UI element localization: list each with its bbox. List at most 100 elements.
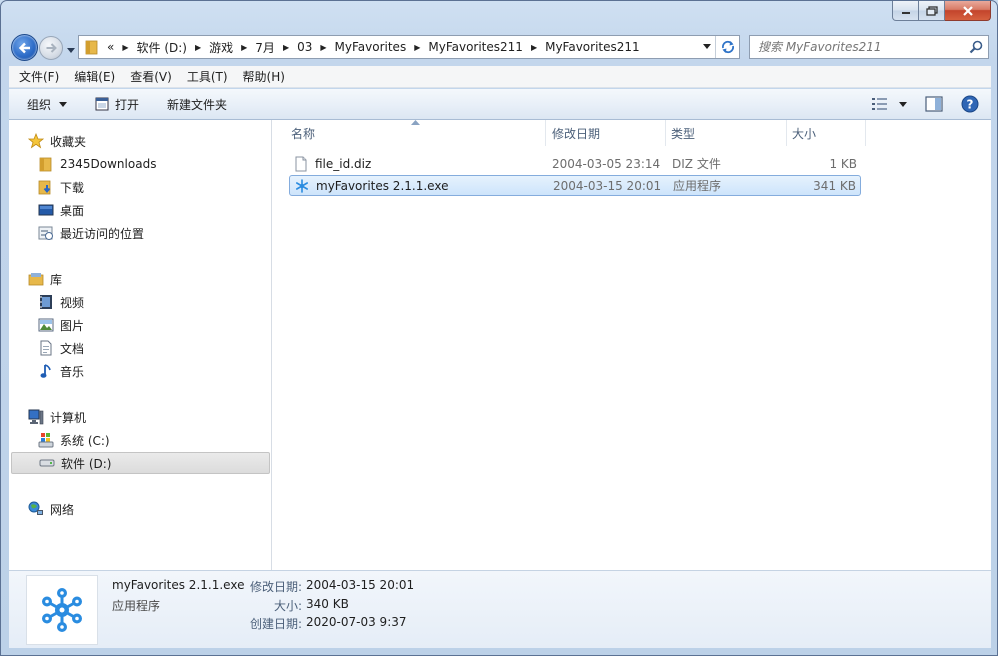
minimize-button[interactable]	[892, 1, 919, 21]
search-icon[interactable]	[969, 40, 983, 54]
new-folder-button[interactable]: 新建文件夹	[167, 96, 227, 113]
breadcrumb-item[interactable]: 7月	[255, 39, 275, 56]
breadcrumb-item[interactable]: 软件 (D:)	[137, 39, 187, 56]
sidebar-item-2345downloads[interactable]: 2345Downloads	[37, 153, 156, 175]
sidebar-label: 软件 (D:)	[61, 456, 112, 471]
close-icon	[962, 5, 973, 16]
open-button[interactable]: 打开	[95, 96, 139, 113]
forward-button[interactable]	[39, 36, 63, 60]
column-header-size[interactable]: 大小	[792, 120, 862, 146]
close-button[interactable]	[945, 1, 991, 21]
sidebar-item-documents[interactable]: 文档	[37, 337, 84, 359]
video-icon	[40, 295, 52, 309]
address-bar[interactable]: « ▶ 软件 (D:) ▶ 游戏 ▶ 7月 ▶ 03 ▶ MyFavorites…	[78, 35, 740, 59]
column-header-type[interactable]: 类型	[671, 120, 781, 146]
file-row-selected[interactable]: myFavorites 2.1.1.exe 2004-03-15 20:01 应…	[289, 175, 861, 196]
command-bar: 组织 打开 新建文件夹 ?	[9, 89, 991, 120]
minimize-icon	[901, 11, 910, 14]
menu-view[interactable]: 查看(V)	[130, 68, 172, 85]
sidebar-label: 音乐	[60, 364, 85, 379]
file-name-cell: myFavorites 2.1.1.exe	[294, 179, 448, 193]
breadcrumb-separator-icon[interactable]: ▶	[241, 43, 247, 52]
sidebar-computer[interactable]: 计算机	[27, 406, 86, 428]
file-row[interactable]: file_id.diz 2004-03-05 23:14 DIZ 文件 1 KB	[289, 153, 861, 174]
menu-edit[interactable]: 编辑(E)	[74, 68, 115, 85]
pictures-icon	[38, 318, 54, 332]
sidebar-item-drive-c[interactable]: 系统 (C:)	[37, 429, 110, 451]
menu-help[interactable]: 帮助(H)	[243, 68, 285, 85]
details-created-value: 2020-07-03 9:37	[306, 615, 407, 629]
breadcrumb-item[interactable]: 03	[297, 40, 312, 54]
sidebar-item-music[interactable]: 音乐	[37, 360, 84, 382]
sidebar-label: 2345Downloads	[60, 157, 157, 171]
chevron-down-icon	[59, 101, 68, 107]
organize-label: 组织	[27, 97, 52, 112]
recent-places-icon	[38, 226, 53, 240]
sidebar-item-recent-places[interactable]: 最近访问的位置	[37, 222, 144, 244]
help-icon[interactable]: ?	[961, 95, 979, 113]
forward-arrow-icon	[46, 43, 57, 53]
sidebar-network[interactable]: 网络	[27, 498, 74, 520]
refresh-button[interactable]	[715, 36, 739, 58]
breadcrumb-separator-icon[interactable]: ▶	[414, 43, 420, 52]
navigation-pane: 收藏夹 2345Downloads 下载 桌面 最近访问的位置 库 视频 图片 …	[9, 120, 272, 570]
sidebar-favorites[interactable]: 收藏夹	[27, 130, 86, 152]
restore-button[interactable]	[919, 1, 945, 21]
breadcrumb-separator-icon[interactable]: ▶	[122, 43, 128, 52]
file-type: DIZ 文件	[672, 157, 721, 171]
library-icon	[28, 273, 44, 286]
sidebar-label: 视频	[60, 295, 85, 310]
search-box[interactable]	[749, 35, 989, 59]
change-view-button[interactable]	[871, 97, 907, 111]
back-button[interactable]	[11, 34, 38, 61]
back-arrow-icon	[18, 42, 30, 53]
preview-pane-icon[interactable]	[925, 96, 943, 112]
column-header-name[interactable]: 名称	[291, 120, 541, 146]
file-type: 应用程序	[673, 179, 722, 193]
drive-icon	[39, 459, 55, 467]
file-size: 341 KB	[813, 178, 856, 193]
menu-bar: 文件(F) 编辑(E) 查看(V) 工具(T) 帮助(H)	[9, 66, 991, 88]
breadcrumb-separator-icon[interactable]: ▶	[283, 43, 289, 52]
file-name: myFavorites 2.1.1.exe	[316, 178, 449, 193]
sidebar-label: 桌面	[60, 203, 85, 218]
menu-tools[interactable]: 工具(T)	[187, 68, 228, 85]
sidebar-label: 图片	[60, 318, 85, 333]
details-modified-value: 2004-03-15 20:01	[306, 578, 415, 592]
menu-file[interactable]: 文件(F)	[19, 68, 59, 85]
breadcrumb-separator-icon[interactable]: ▶	[320, 43, 326, 52]
sidebar-label: 系统 (C:)	[60, 433, 110, 448]
explorer-window: « ▶ 软件 (D:) ▶ 游戏 ▶ 7月 ▶ 03 ▶ MyFavorites…	[0, 0, 998, 656]
downloads-folder-icon	[38, 180, 51, 195]
column-divider[interactable]	[665, 120, 666, 146]
breadcrumb-separator-icon[interactable]: ▶	[195, 43, 201, 52]
breadcrumb-overflow[interactable]: «	[107, 40, 114, 54]
organize-button[interactable]: 组织	[27, 96, 68, 113]
column-header-label: 名称	[291, 126, 316, 141]
sidebar-item-videos[interactable]: 视频	[37, 291, 84, 313]
sidebar-item-desktop[interactable]: 桌面	[37, 199, 84, 221]
sidebar-item-downloads[interactable]: 下载	[37, 176, 84, 198]
breadcrumb-item[interactable]: 游戏	[209, 39, 233, 56]
sidebar-libraries[interactable]: 库	[27, 268, 62, 290]
breadcrumb: « ▶ 软件 (D:) ▶ 游戏 ▶ 7月 ▶ 03 ▶ MyFavorites…	[107, 39, 640, 56]
breadcrumb-separator-icon[interactable]: ▶	[531, 43, 537, 52]
breadcrumb-item[interactable]: MyFavorites211	[545, 40, 640, 54]
address-dropdown-icon[interactable]	[703, 44, 711, 49]
details-size-label: 大小:	[273, 599, 302, 613]
sidebar-item-pictures[interactable]: 图片	[37, 314, 84, 336]
breadcrumb-item[interactable]: MyFavorites211	[428, 40, 523, 54]
file-date: 2004-03-15 20:01	[553, 178, 662, 193]
column-header-date[interactable]: 修改日期	[552, 120, 662, 146]
content-area: 收藏夹 2345Downloads 下载 桌面 最近访问的位置 库 视频 图片 …	[9, 120, 991, 570]
sidebar-item-drive-d[interactable]: 软件 (D:)	[11, 452, 270, 474]
column-divider[interactable]	[865, 120, 866, 146]
column-divider[interactable]	[545, 120, 546, 146]
snowflake-app-icon	[296, 178, 308, 193]
column-divider[interactable]	[786, 120, 787, 146]
view-tools: ?	[871, 95, 979, 113]
recent-pages-button[interactable]	[67, 43, 75, 57]
navigation-bar: « ▶ 软件 (D:) ▶ 游戏 ▶ 7月 ▶ 03 ▶ MyFavorites…	[1, 32, 997, 62]
breadcrumb-item[interactable]: MyFavorites	[335, 40, 407, 54]
search-input[interactable]	[758, 40, 958, 54]
